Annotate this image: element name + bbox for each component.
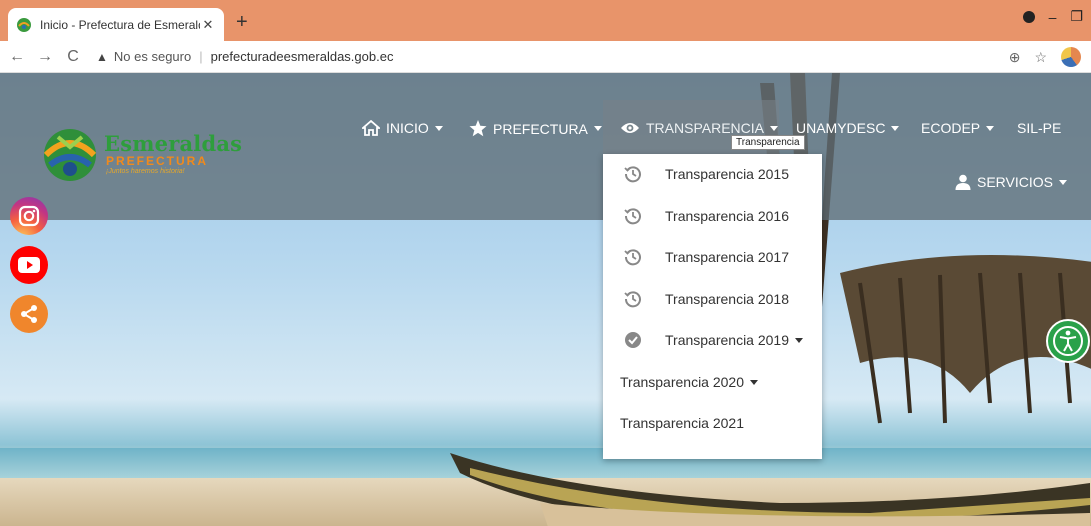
window-controls: – ❐ <box>1022 8 1083 25</box>
dropdown-item-2020[interactable]: Transparencia 2020 <box>603 362 822 402</box>
tab-title: Inicio - Prefectura de Esmeraldas <box>40 17 200 32</box>
history-icon <box>623 289 643 309</box>
history-icon <box>623 206 643 226</box>
chevron-down-icon <box>1059 179 1067 185</box>
dropdown-item-2017[interactable]: Transparencia 2017 <box>603 237 822 277</box>
accessibility-button[interactable] <box>1046 319 1090 363</box>
nav-transparencia-label: TRANSPARENCIA <box>646 120 764 136</box>
dropdown-item-label: Transparencia 2016 <box>665 208 790 224</box>
nav-inicio-label: INICIO <box>386 120 429 136</box>
minimize-button[interactable]: – <box>1049 9 1057 25</box>
site-logo[interactable]: Esmeraldas PREFECTURA ¡Juntos haremos hi… <box>40 125 242 185</box>
tab-close-icon[interactable]: ✕ <box>200 17 216 33</box>
nav-servicios[interactable]: SERVICIOS <box>955 174 1067 190</box>
address-bar: ← → C ▲ No es seguro | prefecturadeesmer… <box>0 41 1091 73</box>
site-header: Esmeraldas PREFECTURA ¡Juntos haremos hi… <box>0 73 1091 220</box>
nav-ecodep-label: ECODEP <box>921 120 981 136</box>
nav-servicios-label: SERVICIOS <box>977 174 1053 190</box>
nav-unamydesc[interactable]: UNAMYDESC <box>796 120 900 136</box>
accessibility-icon <box>1053 326 1083 356</box>
dropdown-item-2015[interactable]: Transparencia 2015 <box>603 154 822 194</box>
new-tab-button[interactable]: + <box>236 12 248 32</box>
youtube-icon <box>18 257 40 273</box>
dropdown-item-label: Transparencia 2020 <box>620 374 745 390</box>
security-label[interactable]: No es seguro <box>114 49 191 64</box>
reload-button[interactable]: C <box>62 48 84 66</box>
url-separator: | <box>199 49 203 64</box>
transparencia-dropdown: Transparencia 2015 Transparencia 2016 Tr… <box>603 154 822 459</box>
eye-icon <box>620 121 640 135</box>
warning-icon[interactable]: ▲ <box>96 50 108 64</box>
chevron-down-icon <box>750 379 759 385</box>
bookmark-star-icon[interactable]: ☆ <box>1034 49 1047 66</box>
nav-prefectura-label: PREFECTURA <box>493 120 588 137</box>
chevron-down-icon <box>434 125 443 131</box>
chevron-down-icon <box>593 126 602 131</box>
browser-tab[interactable]: Inicio - Prefectura de Esmeraldas ✕ <box>8 8 224 41</box>
forward-button[interactable]: → <box>34 48 56 66</box>
share-button[interactable] <box>10 295 48 333</box>
logo-name: Esmeraldas <box>104 131 243 156</box>
nav-silpe[interactable]: SIL-PE <box>1017 120 1061 136</box>
dropdown-item-label: Transparencia 2018 <box>665 291 790 307</box>
user-icon <box>955 174 971 190</box>
logo-emblem-icon <box>43 129 97 181</box>
share-icon <box>21 305 37 323</box>
dropdown-item-label: Transparencia 2021 <box>620 415 745 431</box>
back-button[interactable]: ← <box>6 48 28 66</box>
history-icon <box>623 164 643 184</box>
url-text[interactable]: prefecturadeesmeraldas.gob.ec <box>211 49 394 64</box>
page-content: Esmeraldas PREFECTURA ¡Juntos haremos hi… <box>0 73 1091 526</box>
dropdown-item-label: Transparencia 2019 <box>665 332 790 348</box>
dropdown-item-2021[interactable]: Transparencia 2021 <box>603 403 822 443</box>
nav-transparencia[interactable]: TRANSPARENCIA <box>620 120 778 136</box>
home-icon <box>362 120 380 136</box>
chevron-down-icon <box>769 125 778 131</box>
url-box[interactable]: ▲ No es seguro | prefecturadeesmeraldas.… <box>96 49 393 64</box>
nav-unamydesc-label: UNAMYDESC <box>796 120 886 136</box>
profile-dot-icon[interactable] <box>1022 10 1035 23</box>
nav-ecodep[interactable]: ECODEP <box>921 120 995 136</box>
site-favicon-icon <box>17 17 31 32</box>
dropdown-item-2019[interactable]: Transparencia 2019 <box>603 320 822 360</box>
nav-prefectura[interactable]: PREFECTURA <box>469 120 602 137</box>
logo-subtitle: PREFECTURA <box>106 154 209 168</box>
profile-avatar[interactable] <box>1061 47 1081 67</box>
restore-button[interactable]: ❐ <box>1070 8 1083 25</box>
check-circle-icon <box>623 330 643 350</box>
instagram-icon <box>18 205 40 227</box>
logo-slogan: ¡Juntos haremos historia! <box>106 168 185 175</box>
nav-inicio[interactable]: INICIO <box>362 120 443 136</box>
youtube-button[interactable] <box>10 246 48 284</box>
chevron-down-icon <box>891 125 900 131</box>
dropdown-item-label: Transparencia 2015 <box>665 166 790 182</box>
history-icon <box>623 247 643 267</box>
chevron-down-icon <box>795 337 804 343</box>
instagram-button[interactable] <box>10 197 48 235</box>
transparencia-tooltip: Transparencia <box>731 135 805 150</box>
chevron-down-icon <box>986 125 995 131</box>
browser-tabbar: Inicio - Prefectura de Esmeraldas ✕ + – … <box>0 0 1091 41</box>
dropdown-item-2016[interactable]: Transparencia 2016 <box>603 196 822 236</box>
zoom-icon[interactable]: ⊕ <box>1009 49 1021 66</box>
address-bar-actions: ⊕ ☆ <box>1009 47 1081 67</box>
dropdown-item-label: Transparencia 2017 <box>665 249 790 265</box>
star-icon <box>469 120 487 137</box>
nav-silpe-label: SIL-PE <box>1017 120 1062 136</box>
dropdown-item-2018[interactable]: Transparencia 2018 <box>603 279 822 319</box>
